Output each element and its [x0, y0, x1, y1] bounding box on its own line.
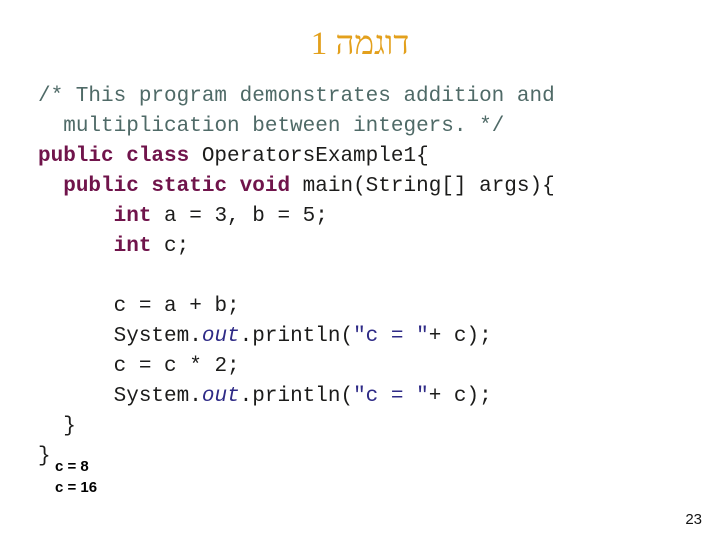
code-token-plain: c;: [164, 235, 190, 258]
code-line: }: [38, 442, 698, 472]
code-token-string: "c = ": [353, 385, 429, 408]
code-token-keyword: int: [113, 205, 165, 228]
code-token-plain: c = a + b;: [113, 295, 240, 318]
output-line: c = 8: [55, 458, 89, 475]
java-code-listing: /* This program demonstrates addition an…: [38, 82, 698, 472]
code-line: c = a + b;: [38, 292, 698, 322]
code-token-comment: /* This program demonstrates addition an…: [38, 85, 555, 108]
code-line: public static void main(String[] args){: [38, 172, 698, 202]
code-line: /* This program demonstrates addition an…: [38, 82, 698, 112]
code-token-plain: + c);: [428, 325, 492, 348]
code-token-plain: c = c * 2;: [113, 355, 240, 378]
code-line: }: [38, 412, 698, 442]
page-number: 23: [685, 511, 702, 528]
code-token-plain: }: [38, 445, 51, 468]
code-line: int a = 3, b = 5;: [38, 202, 698, 232]
code-line: public class OperatorsExample1{: [38, 142, 698, 172]
code-token-plain: + c);: [428, 385, 492, 408]
code-token-keyword: public class: [38, 145, 202, 168]
code-token-field: out: [201, 325, 240, 348]
code-token-keyword: int: [113, 235, 165, 258]
code-line: multiplication between integers. */: [38, 112, 698, 142]
page-title: דוגמה 1: [310, 26, 410, 62]
code-token-plain: main(String[] args){: [302, 175, 555, 198]
code-token-plain: a = 3, b = 5;: [164, 205, 328, 228]
slide-canvas: דוגמה 1 /* This program demonstrates add…: [0, 0, 720, 540]
code-token-comment: multiplication between integers. */: [63, 115, 505, 138]
code-line: System.out.println("c = "+ c);: [38, 322, 698, 352]
code-token-plain: .println(: [239, 325, 354, 348]
code-token-plain: System.: [113, 385, 202, 408]
program-output: c = 8 c = 16: [55, 456, 97, 498]
code-token-plain: OperatorsExample1{: [201, 145, 429, 168]
code-line: int c;: [38, 232, 698, 262]
code-token-plain: System.: [113, 325, 202, 348]
code-token-keyword: public static void: [63, 175, 303, 198]
code-token-plain: }: [63, 415, 76, 438]
code-token-plain: .println(: [239, 385, 354, 408]
code-line: System.out.println("c = "+ c);: [38, 382, 698, 412]
code-line: c = c * 2;: [38, 352, 698, 382]
code-token-string: "c = ": [353, 325, 429, 348]
code-token-field: out: [201, 385, 240, 408]
output-line: c = 16: [55, 479, 98, 496]
